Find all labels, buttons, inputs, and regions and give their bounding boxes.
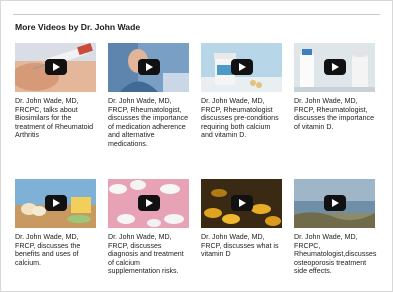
video-thumbnail[interactable] <box>294 179 375 228</box>
video-thumbnail[interactable] <box>294 43 375 92</box>
play-icon[interactable] <box>45 195 67 211</box>
video-thumbnail[interactable] <box>15 43 96 92</box>
video-thumbnail[interactable] <box>201 43 282 92</box>
video-caption[interactable]: Dr. John Wade, MD, FRCP, Rheumatologist … <box>201 97 283 140</box>
video-card[interactable]: Dr. John Wade, MD, FRCPC, talks about Bi… <box>15 43 96 179</box>
video-card[interactable]: Dr. John Wade, MD, FRCP, discusses diagn… <box>108 179 189 276</box>
divider <box>13 14 380 15</box>
play-icon[interactable] <box>324 195 346 211</box>
video-caption[interactable]: Dr. John Wade, MD, FRCP, discusses diagn… <box>108 233 190 276</box>
play-icon[interactable] <box>231 195 253 211</box>
video-card[interactable]: Dr. John Wade, MD, FRCPC, Rheumatologist… <box>294 179 376 276</box>
play-icon[interactable] <box>231 59 253 75</box>
video-thumbnail[interactable] <box>108 43 189 92</box>
section-title: More Videos by Dr. John Wade <box>15 22 141 32</box>
video-card[interactable]: Dr. John Wade, MD, FRCP, Rheumatologist,… <box>108 43 189 179</box>
video-panel: More Videos by Dr. John Wade Dr. John Wa… <box>0 0 393 292</box>
video-caption[interactable]: Dr. John Wade, MD, FRCP, discusses the b… <box>15 233 97 267</box>
video-grid: Dr. John Wade, MD, FRCPC, talks about Bi… <box>15 43 387 276</box>
video-card[interactable]: Dr. John Wade, MD, FRCP, discusses what … <box>201 179 282 276</box>
play-icon[interactable] <box>45 59 67 75</box>
video-card[interactable]: Dr. John Wade, MD, FRCP, Rheumatologist,… <box>294 43 375 179</box>
video-caption[interactable]: Dr. John Wade, MD, FRCP, Rheumatologist,… <box>108 97 190 149</box>
video-card[interactable]: Dr. John Wade, MD, FRCP, Rheumatologist … <box>201 43 282 179</box>
video-caption[interactable]: Dr. John Wade, MD, FRCPC, Rheumatologist… <box>294 233 376 276</box>
video-thumbnail[interactable] <box>15 179 96 228</box>
video-card[interactable]: Dr. John Wade, MD, FRCP, discusses the b… <box>15 179 96 276</box>
video-thumbnail[interactable] <box>201 179 282 228</box>
video-caption[interactable]: Dr. John Wade, MD, FRCP, discusses what … <box>201 233 283 259</box>
video-caption[interactable]: Dr. John Wade, MD, FRCPC, talks about Bi… <box>15 97 97 140</box>
video-caption[interactable]: Dr. John Wade, MD, FRCP, Rheumatologist,… <box>294 97 376 131</box>
play-icon[interactable] <box>324 59 346 75</box>
video-thumbnail[interactable] <box>108 179 189 228</box>
play-icon[interactable] <box>138 59 160 75</box>
play-icon[interactable] <box>138 195 160 211</box>
